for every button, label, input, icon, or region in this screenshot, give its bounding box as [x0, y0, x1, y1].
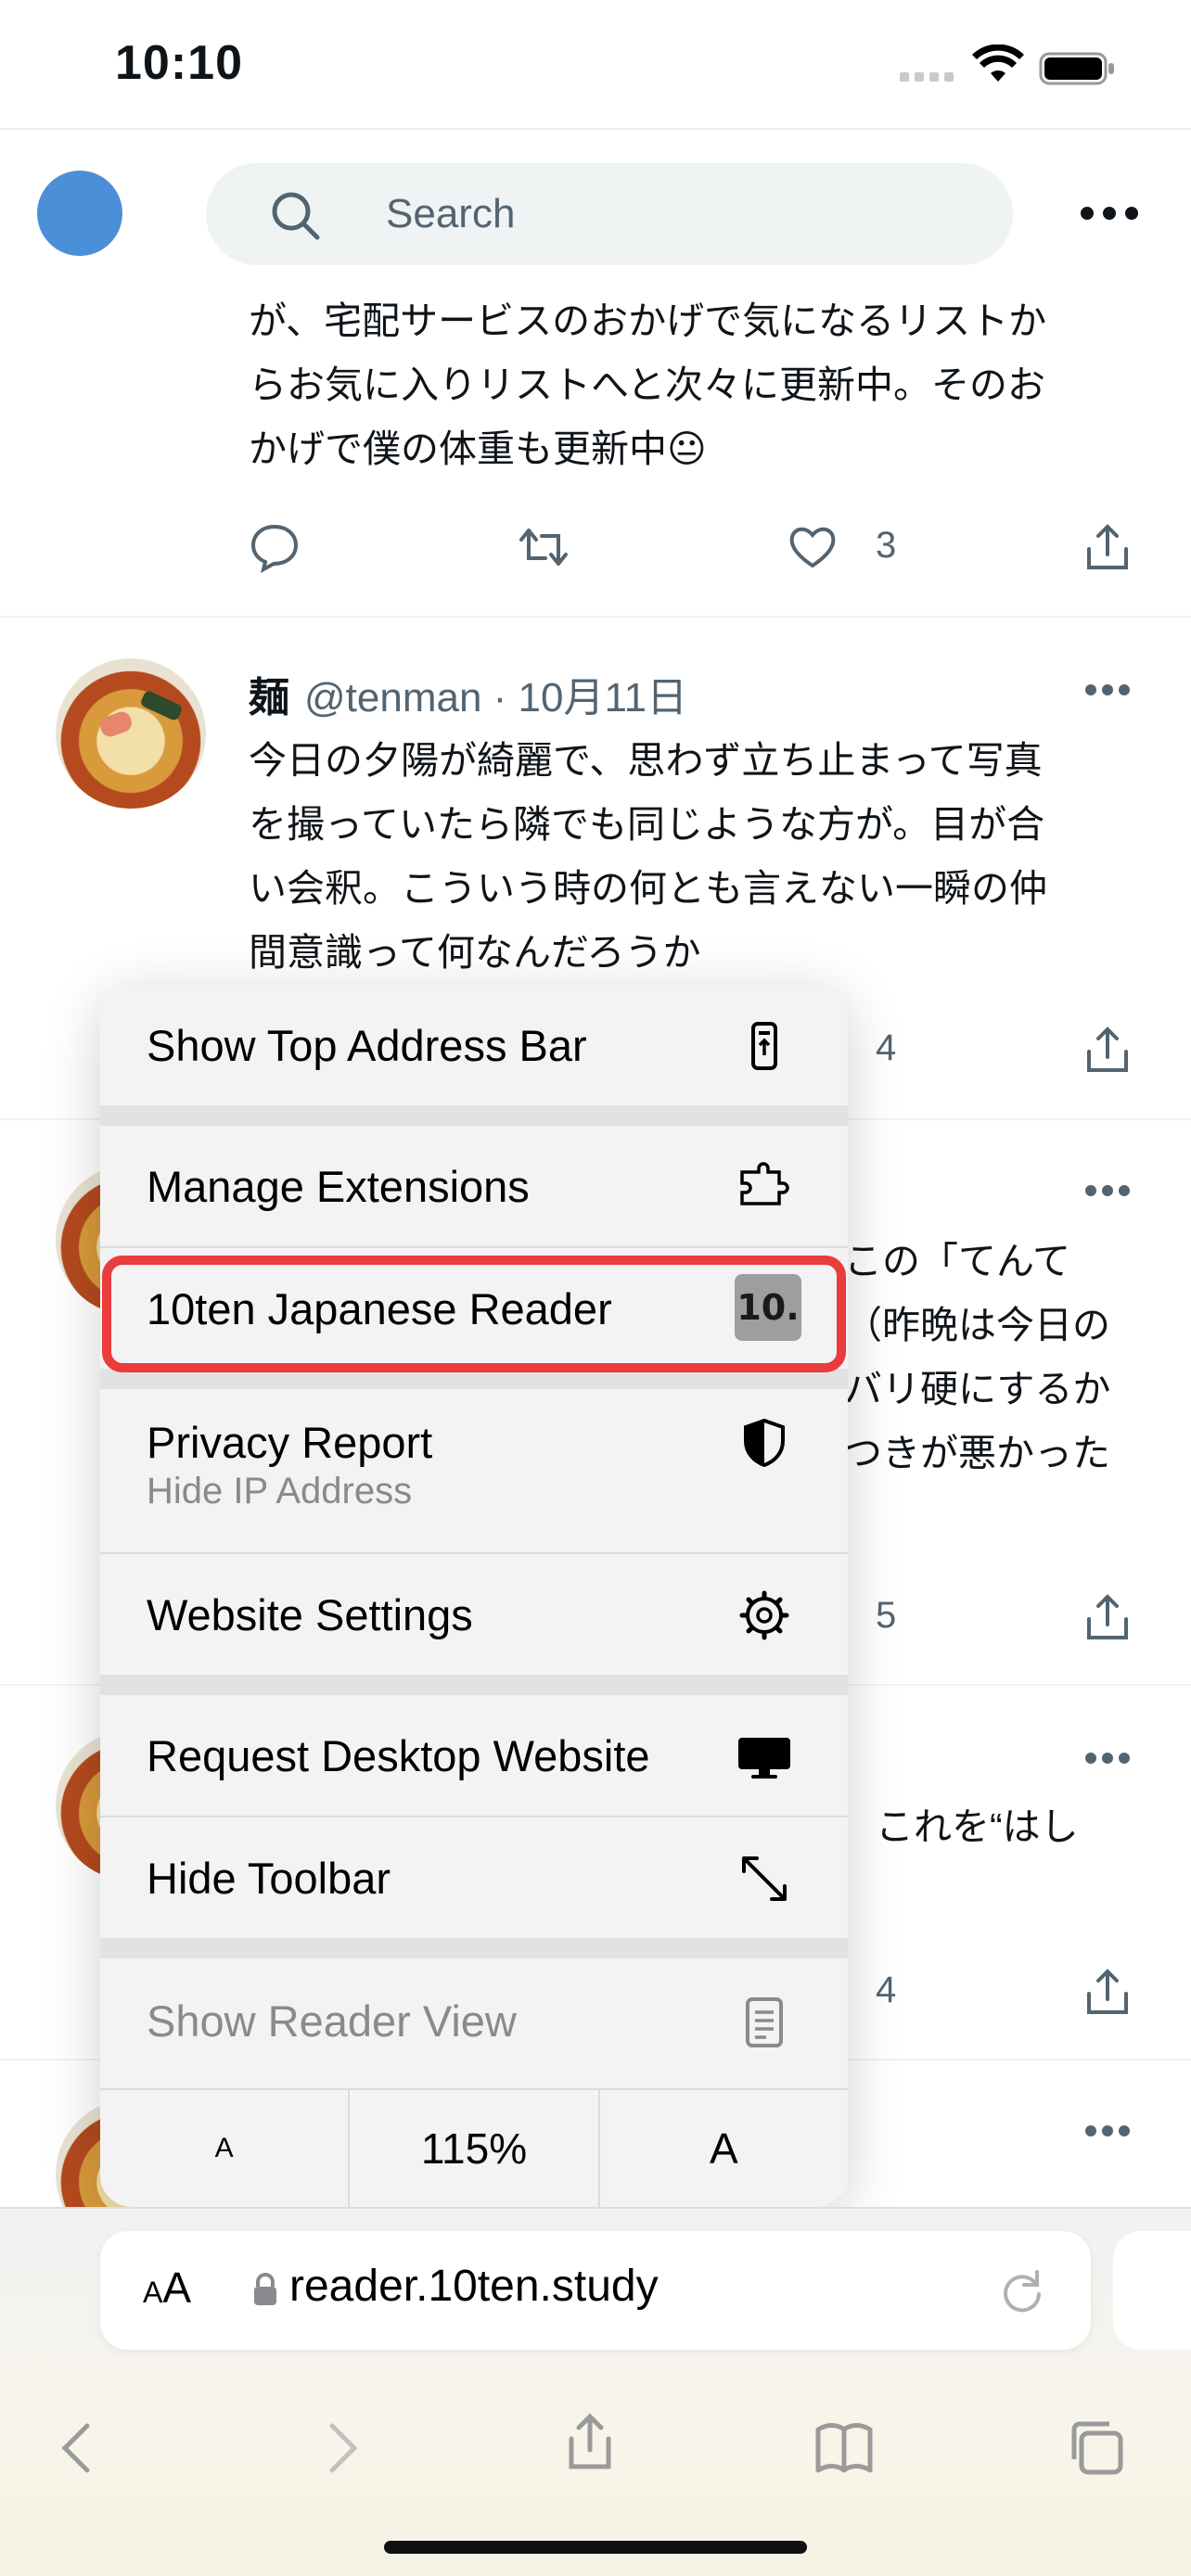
page-settings-button[interactable]: AA [143, 2263, 191, 2313]
tweet-text: これを“はし [876, 1805, 1079, 1848]
zoom-controls: A 115% A [100, 2088, 848, 2207]
like-count: 3 [876, 525, 897, 566]
share-icon[interactable] [1082, 1966, 1133, 2018]
zoom-decrease-button[interactable]: A [100, 2090, 351, 2207]
status-time: 10:10 [115, 36, 243, 90]
more-icon[interactable] [1083, 1751, 1132, 1766]
more-icon[interactable] [1083, 2123, 1132, 2138]
reply-icon[interactable] [249, 521, 301, 573]
status-bar: 10:10 [0, 0, 1191, 130]
address-bar[interactable]: AA reader.10ten.study [100, 2231, 1091, 2350]
retweet-icon[interactable] [518, 521, 570, 573]
share-icon[interactable] [1082, 521, 1133, 573]
lock-icon [254, 2273, 276, 2305]
avatar[interactable] [37, 171, 122, 256]
expand-arrows-icon [742, 1856, 787, 1901]
puzzle-icon [740, 1162, 789, 1205]
search-input[interactable]: Search [206, 163, 1013, 265]
tabs-icon[interactable] [1067, 2418, 1126, 2478]
zoom-increase-button[interactable]: A [600, 2090, 848, 2207]
menu-item-label: Show Reader View [147, 1996, 517, 2046]
reader-icon [746, 1997, 783, 2047]
more-icon[interactable] [1083, 1183, 1132, 1198]
menu-item-request-desktop-website[interactable]: Request Desktop Website [100, 1695, 848, 1816]
menu-item-label: Manage Extensions [147, 1162, 530, 1211]
search-placeholder: Search [386, 191, 516, 236]
menu-item-label: Privacy Report [147, 1418, 433, 1467]
tweet-text: 今日の夕陽が綺麗で、思わず立ち止まって写真 を撮っていたら隣でも同じような方が。… [249, 739, 1047, 974]
menu-item-sublabel: Hide IP Address [147, 1471, 413, 1511]
like-count: 4 [876, 1970, 897, 2010]
reload-icon[interactable] [998, 2266, 1046, 2315]
battery-icon [1039, 52, 1114, 85]
tweet-text: この「てんて （昨晩は今日の バリ硬にするか つきが悪かった [844, 1240, 1111, 1474]
menu-item-label: Request Desktop Website [147, 1731, 650, 1780]
top-address-bar-icon [751, 1022, 777, 1070]
avatar[interactable] [56, 658, 206, 809]
menu-item-label: Website Settings [147, 1590, 473, 1639]
url-text: reader.10ten.study [289, 2262, 659, 2311]
wifi-icon [972, 45, 1024, 82]
share-icon[interactable] [1082, 1024, 1133, 1076]
menu-item-hide-toolbar[interactable]: Hide Toolbar [100, 1817, 848, 1938]
tweet-handle: @tenman · 10月11日 [304, 675, 688, 721]
share-icon[interactable] [1082, 1591, 1133, 1643]
back-icon[interactable] [50, 2418, 109, 2478]
tweet-author-name: 麺 [249, 675, 289, 721]
divider [100, 1938, 848, 1958]
like-icon[interactable] [787, 521, 839, 573]
search-icon [272, 192, 320, 240]
desktop-icon [738, 1738, 790, 1779]
highlight-annotation [102, 1256, 846, 1372]
menu-item-label: Hide Toolbar [147, 1854, 391, 1903]
more-icon[interactable] [1076, 202, 1143, 224]
divider [100, 1105, 848, 1126]
menu-item-manage-extensions[interactable]: Manage Extensions [100, 1126, 848, 1246]
safari-toolbar: AA reader.10ten.study [0, 2207, 1191, 2576]
more-icon[interactable] [1083, 682, 1132, 697]
shield-icon [744, 1418, 785, 1468]
tweet-text: が、宅配サービスのおかげで気になるリストか らお気に入りリストへと次々に更新中。… [249, 300, 1047, 470]
cellular-signal-icon [900, 72, 954, 82]
menu-item-website-settings[interactable]: Website Settings [100, 1554, 848, 1675]
forward-icon[interactable] [310, 2418, 369, 2478]
home-indicator [384, 2541, 807, 2554]
gear-icon [739, 1590, 789, 1640]
divider [0, 616, 1191, 618]
app-header: Search [0, 132, 1191, 299]
page-menu: Show Top Address Bar Manage Extensions 1… [100, 985, 848, 2207]
divider [100, 1675, 848, 1695]
menu-item-privacy-report[interactable]: Privacy Report Hide IP Address [100, 1389, 848, 1528]
next-tab-preview[interactable] [1113, 2231, 1191, 2350]
like-count: 4 [876, 1027, 897, 1068]
zoom-level[interactable]: 115% [350, 2090, 600, 2207]
like-count: 5 [876, 1595, 897, 1636]
menu-item-show-top-address-bar[interactable]: Show Top Address Bar [100, 985, 848, 1105]
share-icon[interactable] [560, 2413, 620, 2472]
bookmarks-icon[interactable] [814, 2418, 874, 2478]
menu-item-label: Show Top Address Bar [147, 1021, 587, 1070]
menu-item-show-reader-view[interactable]: Show Reader View [100, 1958, 848, 2088]
